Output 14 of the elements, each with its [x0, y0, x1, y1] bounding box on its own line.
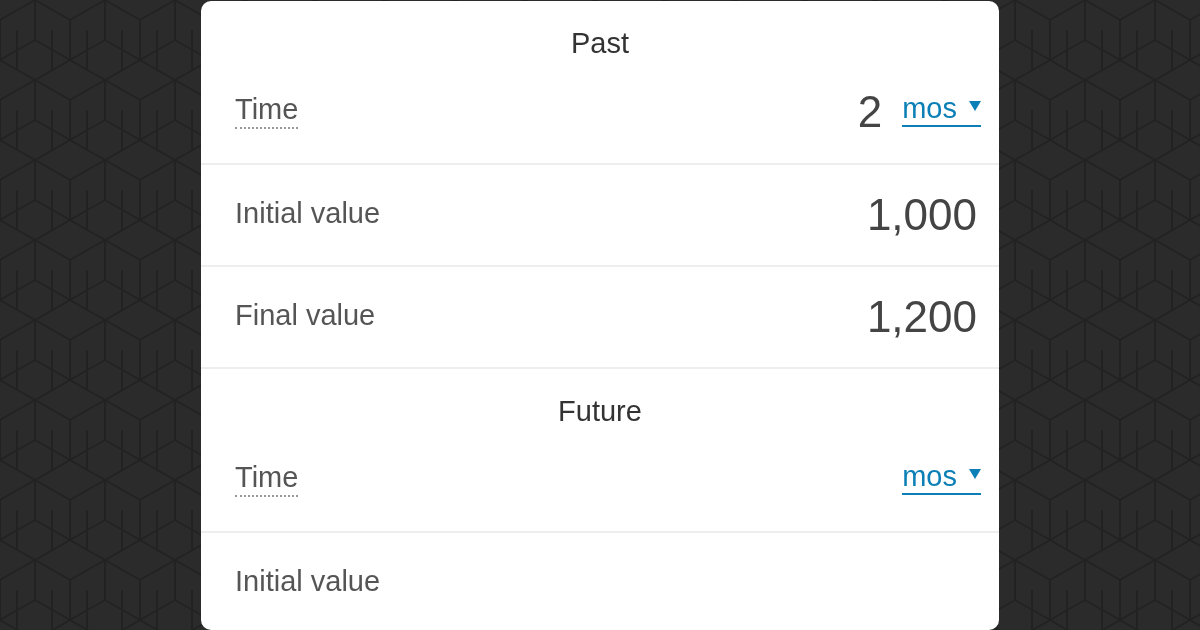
caret-icon [969, 101, 981, 111]
time-value[interactable]: 2 [857, 87, 883, 137]
field-label: Initial value [235, 564, 381, 599]
field-label: Time [235, 91, 299, 129]
section-title: Future [558, 394, 642, 429]
section-title: Past [571, 26, 629, 61]
number-value[interactable]: 1,200 [866, 292, 977, 342]
number-value[interactable]: 1,000 [866, 190, 977, 240]
field-label: Initial value [235, 196, 381, 231]
caret-icon [969, 469, 981, 479]
unit-dropdown[interactable]: mos [902, 459, 981, 495]
field-label: Final value [235, 298, 376, 333]
unit-dropdown[interactable]: mos [902, 91, 981, 127]
field-label: Time [235, 459, 299, 497]
